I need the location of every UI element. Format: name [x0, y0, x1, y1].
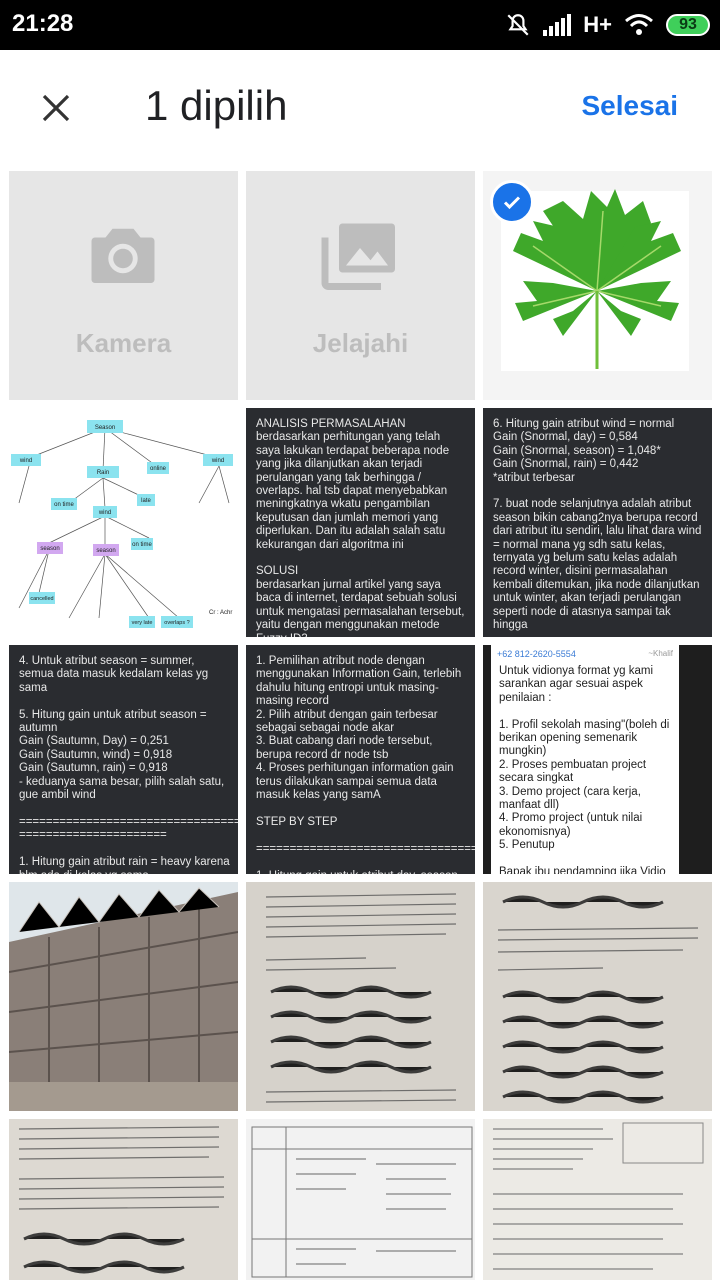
status-icons: H+ 93: [505, 10, 710, 40]
done-button[interactable]: Selesai: [581, 90, 678, 122]
tree-node-label: online: [150, 466, 167, 472]
close-button[interactable]: [26, 78, 86, 138]
selected-check-icon: [490, 180, 534, 224]
answer-sheet-image: [246, 1119, 475, 1280]
chat-sender: ~Khalif: [648, 649, 673, 658]
photo-building[interactable]: [9, 882, 238, 1111]
note-text: 1. Pemilihan atribut node dengan menggun…: [256, 655, 475, 874]
photo-answer-sheet[interactable]: [246, 1119, 475, 1280]
tree-leaf-label: overlaps ?: [164, 620, 189, 626]
decision-tree-image: Season wind Rain online wind on time lat…: [11, 420, 233, 628]
gallery-icon: [321, 223, 395, 290]
photo-arabic-page-1[interactable]: [246, 882, 475, 1111]
tree-leaf-label: on time: [132, 542, 152, 548]
selection-count-title: 1 dipilih: [145, 82, 288, 129]
wifi-icon: [625, 14, 653, 35]
tree-leaf-label: on time: [54, 502, 74, 508]
book-page-image: [483, 882, 712, 1111]
tree-leaf-label: very late: [132, 620, 153, 626]
tree-leaf-label: late: [141, 498, 151, 504]
photo-note-gain-wind[interactable]: 6. Hitung gain atribut wind = normal Gai…: [483, 408, 712, 637]
tree-caption: Cr : Achr: [209, 610, 232, 616]
browse-label: Jelajahi: [312, 328, 409, 358]
tree-node-label: Rain: [97, 470, 109, 476]
browse-tile[interactable]: Jelajahi: [246, 171, 475, 400]
close-icon: [42, 94, 70, 122]
camera-icon: [91, 228, 155, 283]
tree-leaf-label: cancelled: [30, 596, 53, 602]
camera-label: Kamera: [75, 328, 172, 358]
chat-text: Untuk vidionya format yg kami sarankan a…: [499, 665, 670, 874]
tree-node-label: wind: [19, 458, 32, 464]
note-text: 4. Untuk atribut season = summer, semua …: [19, 655, 238, 874]
tree-node-label: wind: [98, 510, 111, 516]
photo-note-season[interactable]: 4. Untuk atribut season = summer, semua …: [9, 645, 238, 874]
network-type: H+: [583, 12, 612, 37]
tree-root-label: Season: [95, 425, 115, 431]
photo-note-steps[interactable]: 1. Pemilihan atribut node dengan menggun…: [246, 645, 475, 874]
status-bar: 21:28 H+ 93: [0, 0, 720, 50]
top-app-bar: 1 dipilih Selesai: [0, 50, 720, 165]
photo-chat-message[interactable]: +62 812-2620-5554 ~Khalif Untuk vidionya…: [483, 645, 712, 874]
book-page-image: [9, 1119, 238, 1280]
photo-decision-tree[interactable]: Season wind Rain online wind on time lat…: [9, 408, 238, 637]
photo-note-analysis[interactable]: ANALISIS PERMASALAHAN berdasarkan perhit…: [246, 408, 475, 637]
camera-tile[interactable]: Kamera: [9, 171, 238, 400]
battery-icon: 93: [666, 14, 710, 36]
bell-muted-icon: [507, 14, 529, 36]
photo-arabic-page-2[interactable]: [483, 882, 712, 1111]
note-text: ANALISIS PERMASALAHAN berdasarkan perhit…: [256, 418, 465, 637]
tree-node-label: season: [96, 548, 115, 554]
document-page-image: [483, 1119, 712, 1280]
status-time: 21:28: [12, 10, 74, 37]
tree-node-label: wind: [211, 458, 224, 464]
signal-icon: [543, 14, 572, 36]
book-page-image: [246, 882, 475, 1111]
photo-document-page[interactable]: [483, 1119, 712, 1280]
building-construction-image: [9, 882, 238, 1111]
photo-arabic-page-3[interactable]: [9, 1119, 238, 1280]
chat-number: +62 812-2620-5554: [497, 649, 576, 659]
photo-leaf-selected[interactable]: [483, 171, 712, 400]
note-text: 6. Hitung gain atribut wind = normal Gai…: [493, 418, 702, 632]
tree-node-label: season: [40, 546, 59, 552]
